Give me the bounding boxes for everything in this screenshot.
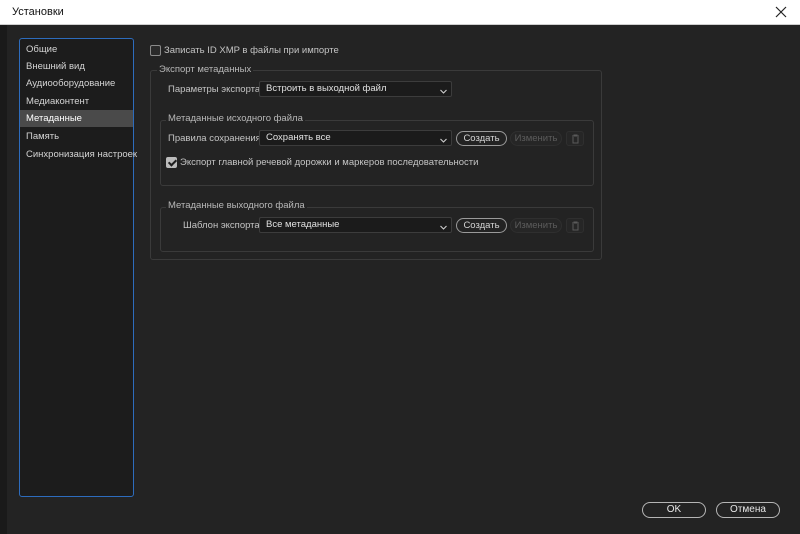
xmp-id-checkbox[interactable] [150,45,161,56]
trash-icon [571,221,580,234]
sidebar-item-sync-settings[interactable]: Синхронизация настроек [20,146,137,163]
retention-rules-value: Сохранять все [266,132,331,143]
retention-rules-dropdown[interactable]: Сохранять все [259,130,452,146]
export-params-value: Встроить в выходной файл [266,83,387,94]
export-template-label: Шаблон экспорта: [183,220,263,231]
preferences-sidebar: Общие Внешний вид Аудиооборудование Меди… [19,38,137,497]
close-icon[interactable] [772,3,790,21]
retention-rules-label: Правила сохранения: [168,133,264,144]
export-metadata-title: Экспорт метаданных [157,64,254,75]
retention-delete-button[interactable] [566,131,584,146]
export-template-dropdown[interactable]: Все метаданные [259,217,452,233]
export-params-dropdown[interactable]: Встроить в выходной файл [259,81,452,97]
sidebar-item-memory[interactable]: Память [20,128,133,145]
sidebar-item-metadata[interactable]: Метаданные [20,110,133,127]
retention-create-button[interactable]: Создать [456,131,507,146]
sidebar-item-appearance[interactable]: Внешний вид [20,58,133,75]
template-delete-button[interactable] [566,218,584,233]
output-metadata-title: Метаданные выходного файла [166,200,307,211]
title-bar: Установки [0,0,800,25]
sidebar-item-general[interactable]: Общие [20,41,133,58]
template-create-button[interactable]: Создать [456,218,507,233]
speech-track-label: Экспорт главной речевой дорожки и маркер… [180,157,479,168]
template-edit-button[interactable]: Изменить [510,218,562,233]
source-metadata-title: Метаданные исходного файла [166,113,305,124]
window-edge [0,25,7,534]
chevron-down-icon [440,222,447,230]
xmp-id-label: Записать ID XMP в файлы при импорте [164,45,339,56]
chevron-down-icon [440,135,447,143]
export-params-label: Параметры экспорта: [168,84,263,95]
retention-edit-button[interactable]: Изменить [510,131,562,146]
window-title: Установки [12,6,64,18]
sidebar-item-media[interactable]: Медиаконтент [20,93,133,110]
sidebar-item-audio-hardware[interactable]: Аудиооборудование [20,75,133,92]
trash-icon [571,134,580,147]
ok-button[interactable]: OK [642,502,706,518]
cancel-button[interactable]: Отмена [716,502,780,518]
chevron-down-icon [440,86,447,94]
export-template-value: Все метаданные [266,219,340,230]
speech-track-checkbox[interactable] [166,157,177,168]
